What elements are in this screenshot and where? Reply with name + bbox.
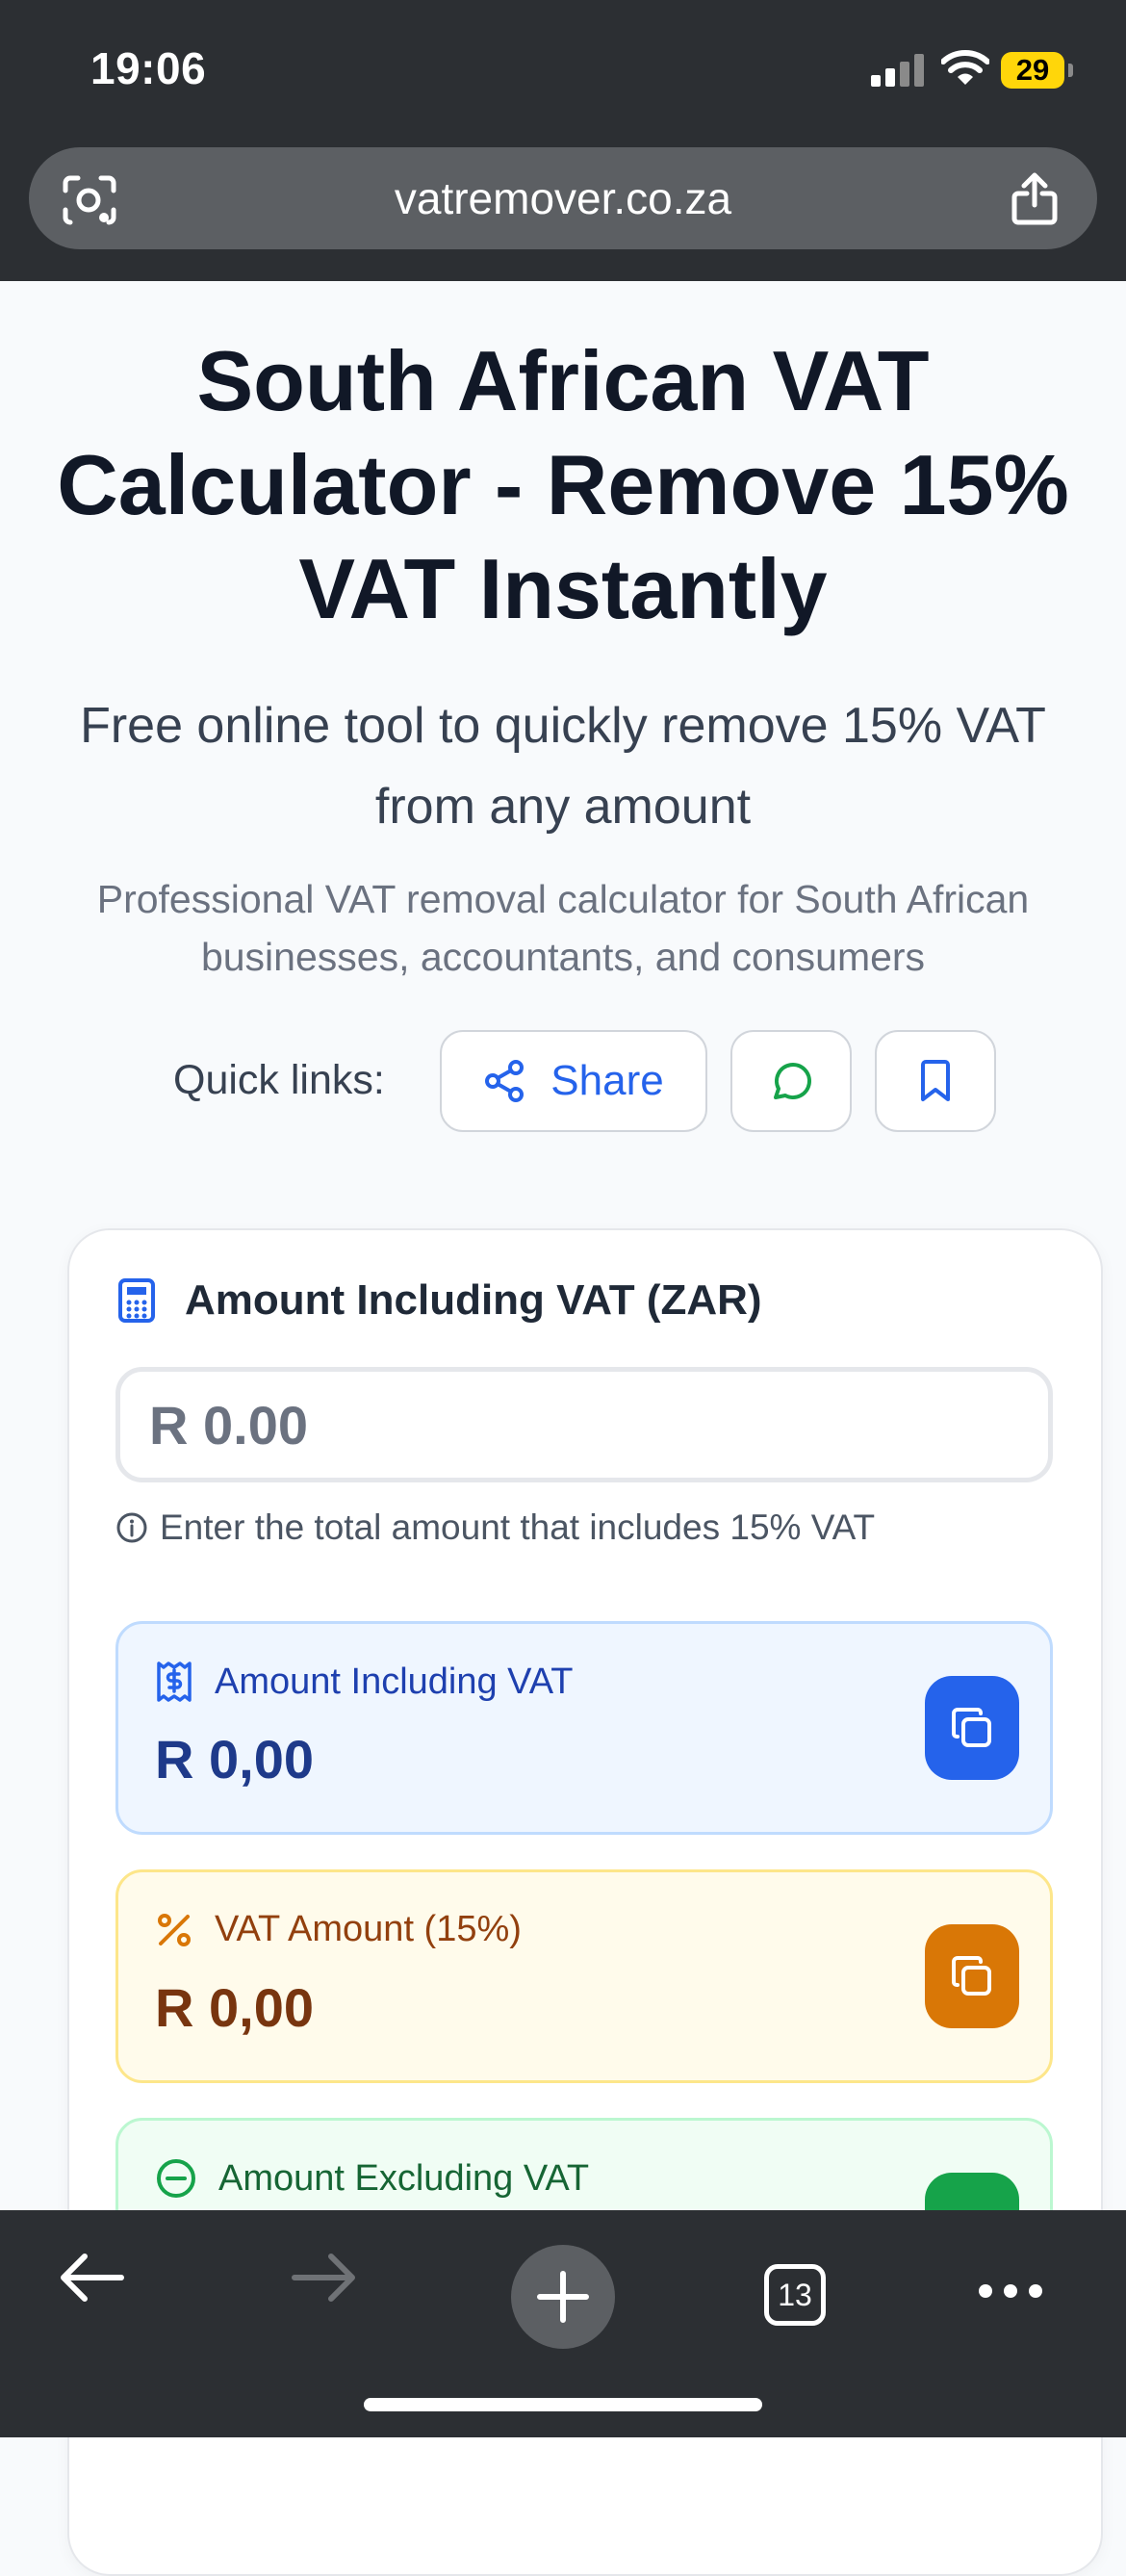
receipt-dollar-icon: [157, 1662, 192, 1702]
home-indicator: [364, 2398, 762, 2411]
result-label: Amount Excluding VAT: [218, 2157, 590, 2199]
browser-top-bar: 19:06 29 vatremover.co.za: [0, 0, 1126, 281]
result-amount-including-vat: Amount Including VAT R 0,00: [115, 1621, 1053, 1835]
percent-icon: [158, 1913, 191, 1946]
more-options-icon[interactable]: [976, 2281, 1045, 2301]
chat-bubble-icon: [774, 1063, 811, 1099]
result-vat-amount: VAT Amount (15%) R 0,00: [115, 1869, 1053, 2083]
page-title: South African VAT Calculator - Remove 15…: [57, 333, 1069, 636]
amount-input[interactable]: [115, 1367, 1053, 1482]
battery-nub: [1068, 64, 1073, 77]
result-value: R 0,00: [155, 1977, 314, 2038]
wifi-icon: [941, 50, 989, 85]
copy-vat-amount-button[interactable]: [925, 1924, 1019, 2028]
new-tab-button[interactable]: [511, 2245, 615, 2349]
status-time: 19:06: [90, 43, 207, 93]
plus-icon: [537, 2271, 589, 2323]
page-subtitle: Free online tool to quickly remove 15% V…: [80, 698, 1046, 835]
result-header: Amount Including VAT: [155, 1661, 573, 1703]
result-value: R 0,00: [155, 1729, 314, 1790]
tab-switcher-button[interactable]: 13: [764, 2264, 826, 2326]
cellular-signal-icon: [871, 54, 924, 87]
result-label: Amount Including VAT: [215, 1661, 574, 1702]
info-icon: [116, 1512, 147, 1543]
amount-input-heading: Amount Including VAT (ZAR): [117, 1276, 762, 1325]
result-label: VAT Amount (15%): [215, 1909, 522, 1949]
share-nodes-icon: [485, 1060, 525, 1102]
amount-input-hint-text: Enter the total amount that includes 15%…: [160, 1507, 876, 1547]
share-button-label: Share: [550, 1057, 664, 1104]
battery-indicator: 29: [1001, 52, 1064, 89]
calculator-icon: [118, 1278, 155, 1323]
forward-arrow-icon[interactable]: [289, 2249, 360, 2306]
bookmark-icon: [921, 1060, 950, 1101]
minus-circle-icon: [157, 2159, 195, 2198]
whatsapp-share-button[interactable]: [730, 1030, 852, 1132]
bookmark-button[interactable]: [875, 1030, 996, 1132]
copy-icon: [952, 1708, 991, 1747]
share-icon[interactable]: [1011, 172, 1059, 226]
quick-links-label: Quick links:: [173, 1057, 385, 1103]
copy-icon: [952, 1956, 991, 1996]
share-button[interactable]: Share: [440, 1030, 707, 1132]
copy-including-vat-button[interactable]: [925, 1676, 1019, 1780]
amount-input-hint: Enter the total amount that includes 15%…: [115, 1507, 875, 1548]
url-text[interactable]: vatremover.co.za: [29, 147, 1097, 249]
result-header: VAT Amount (15%): [155, 1909, 522, 1950]
result-header: Amount Excluding VAT: [155, 2157, 589, 2200]
amount-input-label: Amount Including VAT (ZAR): [185, 1276, 762, 1324]
page-description: Professional VAT removal calculator for …: [96, 877, 1030, 979]
back-arrow-icon[interactable]: [56, 2249, 127, 2306]
address-bar[interactable]: vatremover.co.za: [29, 147, 1097, 249]
